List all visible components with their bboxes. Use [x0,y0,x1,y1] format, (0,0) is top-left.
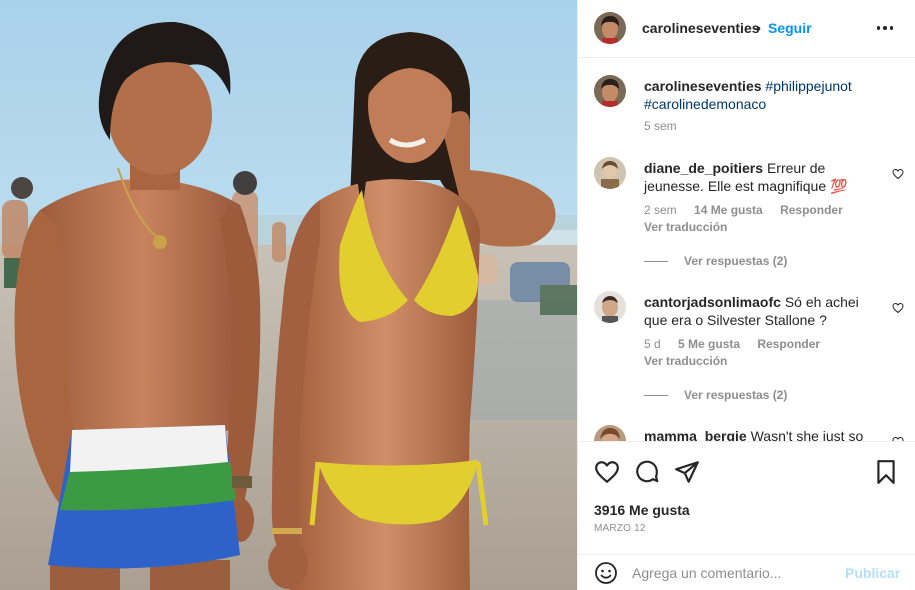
comment-likes[interactable]: 5 Me gusta [678,337,740,351]
bookmark-icon[interactable] [873,459,899,485]
commenter-avatar[interactable] [594,157,626,189]
post-date: MARZO 12 [594,523,646,534]
reply-button[interactable]: Responder [780,203,843,217]
heart-icon[interactable] [892,168,904,180]
caption-avatar[interactable] [594,75,626,107]
view-replies-button[interactable]: Ver respuestas (2) [644,388,787,402]
follow-button[interactable]: Seguir [768,20,812,36]
view-replies-label: Ver respuestas (2) [684,388,788,402]
author-username[interactable]: carolineseventies [642,20,760,36]
separator-dot: • [756,20,761,36]
heart-icon[interactable] [594,459,620,485]
beach-photo-image [0,0,577,590]
commenter-username[interactable]: mamma_bergie [644,428,747,441]
comments-list[interactable]: carolineseventies #philippejunot #caroli… [578,59,915,441]
comment-input[interactable] [632,561,832,585]
post-side-panel: carolineseventies • Seguir carolineseven… [577,0,915,590]
emoji-icon[interactable] [594,561,618,585]
replies-divider [644,260,668,262]
commenter-avatar[interactable] [594,291,626,323]
caption-time[interactable]: 5 sem [644,119,677,133]
comment-likes[interactable]: 14 Me gusta [694,203,763,217]
comment-text: Wasn't she just so [750,428,864,441]
see-translation-button[interactable]: Ver traducción [644,220,727,234]
post-photo[interactable] [0,0,577,590]
view-replies-button[interactable]: Ver respuestas (2) [644,254,787,268]
hashtag-link[interactable]: #philippejunot [765,78,851,94]
see-translation-button[interactable]: Ver traducción [644,354,727,368]
commenter-username[interactable]: diane_de_poitiers [644,160,763,176]
comment-item: diane_de_poitiers Erreur de jeunesse. El… [594,157,904,277]
hashtag-link[interactable]: #carolinedemonaco [644,96,766,112]
send-icon[interactable] [674,459,700,485]
comment-time[interactable]: 5 d [644,337,661,351]
post-header: carolineseventies • Seguir [578,0,915,58]
more-horizontal-icon[interactable] [875,18,895,38]
author-avatar[interactable] [594,12,626,44]
comment-item: mamma_bergie Wasn't she just so [594,425,904,441]
commenter-avatar[interactable] [594,425,626,441]
likes-count[interactable]: 3916 Me gusta [594,502,690,518]
add-comment-bar: Publicar [578,554,915,590]
replies-divider [644,394,668,396]
comment-item: cantorjadsonlimaofc Só eh achei que era … [594,291,904,411]
commenter-username[interactable]: cantorjadsonlimaofc [644,294,781,310]
reply-button[interactable]: Responder [757,337,820,351]
heart-icon[interactable] [892,302,904,314]
comment-time[interactable]: 2 sem [644,203,677,217]
publish-button[interactable]: Publicar [845,565,900,581]
view-replies-label: Ver respuestas (2) [684,254,788,268]
caption-username[interactable]: carolineseventies [644,78,762,94]
comment-icon[interactable] [634,459,660,485]
